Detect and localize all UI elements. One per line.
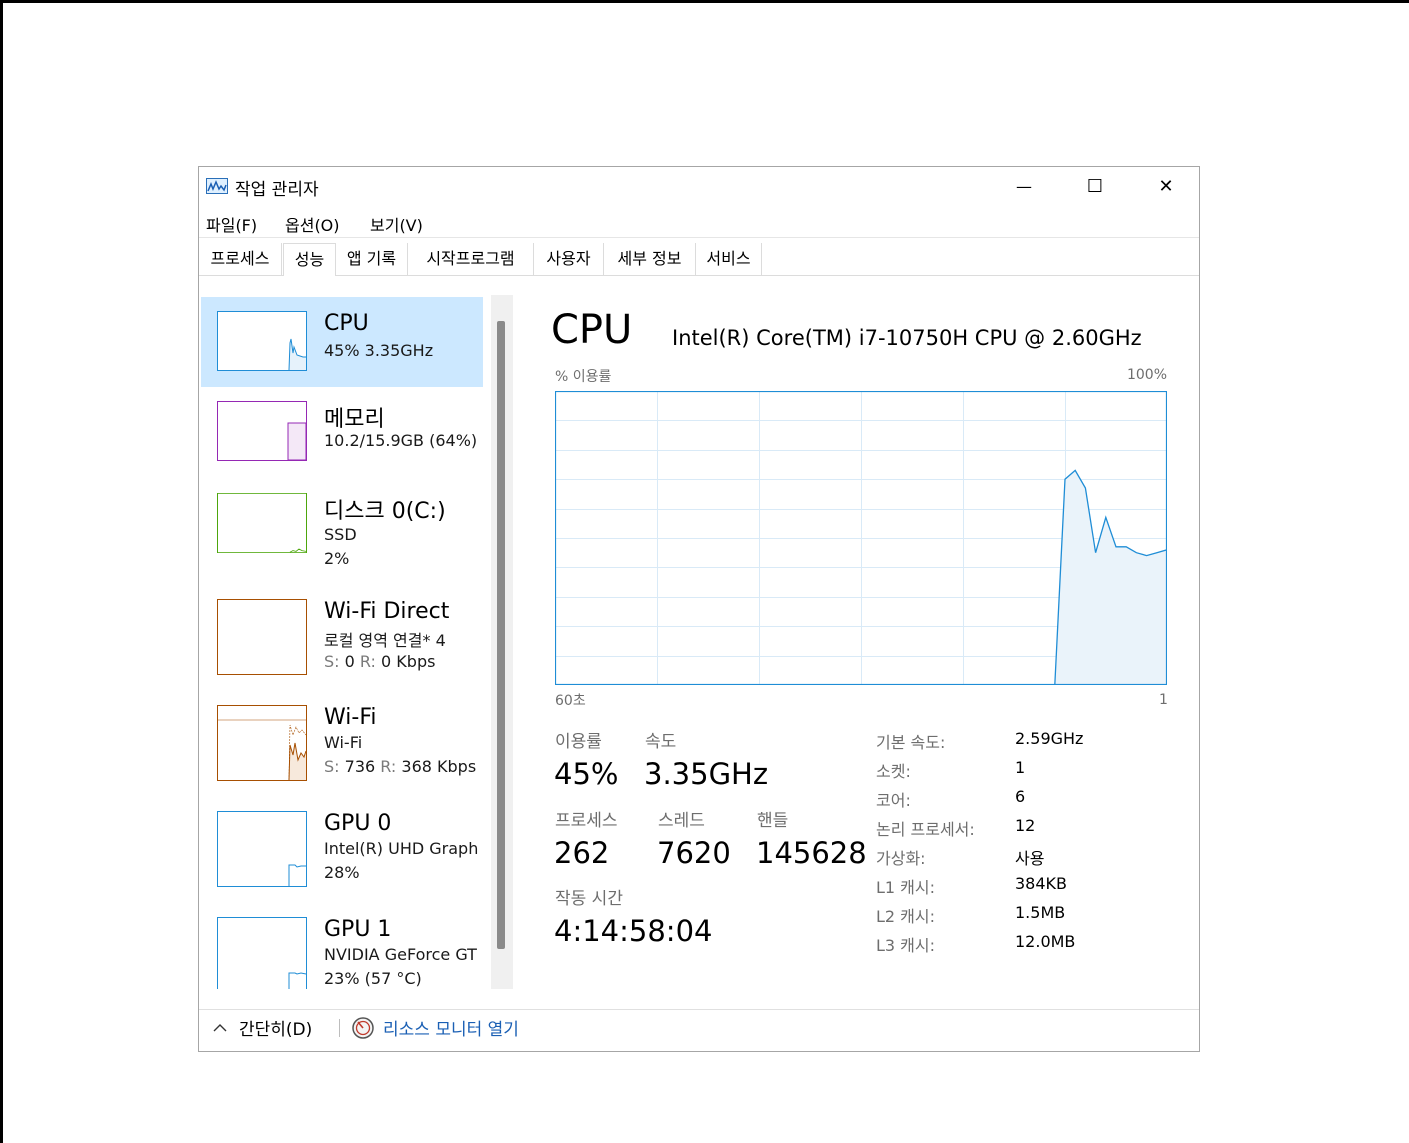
sidebar-item-detail: 로컬 영역 연결* 4 — [324, 631, 446, 650]
graph-x-right-label: 1 — [1159, 692, 1168, 708]
spec-value: 12.0MB — [1015, 932, 1076, 951]
wifi-mini-graph — [217, 705, 307, 781]
tab-details[interactable]: 세부 정보 — [604, 243, 696, 275]
tab-bar: 프로세스 성능 앱 기록 시작프로그램 사용자 세부 정보 서비스 — [199, 243, 1199, 276]
graph-x-left-label: 60초 — [555, 693, 586, 709]
sidebar-item-wifi-direct[interactable]: Wi-Fi Direct 로컬 영역 연결* 4 S: 0 R: 0 Kbps — [201, 587, 483, 677]
thread-label: 스레드 — [658, 811, 705, 831]
performance-sidebar: CPU 45% 3.35GHz 메모리 10.2/15.9GB (64%) 디스… — [199, 295, 515, 989]
sidebar-scrollbar-thumb[interactable] — [497, 321, 505, 949]
sidebar-item-title: Wi-Fi — [324, 705, 377, 730]
spec-label: L1 캐시: — [876, 878, 936, 897]
sidebar-item-title: 메모리 — [324, 407, 385, 432]
spec-label: 기본 속도: — [876, 733, 946, 752]
sidebar-item-throughput: S: 0 R: 0 Kbps — [324, 652, 436, 671]
spec-value: 6 — [1015, 787, 1026, 806]
fewer-details-button[interactable]: 간단히(D) — [211, 1015, 312, 1040]
tab-services[interactable]: 서비스 — [696, 243, 762, 275]
spec-value: 1.5MB — [1015, 903, 1066, 922]
tab-processes[interactable]: 프로세스 — [199, 243, 282, 275]
graph-y-max-label: 100% — [1126, 367, 1167, 383]
handle-label: 핸들 — [757, 811, 789, 831]
minimize-button[interactable]: — — [989, 167, 1059, 205]
resource-title: CPU — [551, 307, 633, 353]
sidebar-item-usage: 23% (57 °C) — [324, 969, 422, 988]
tab-performance[interactable]: 성능 — [283, 243, 336, 276]
sidebar-item-disk[interactable]: 디스크 0(C:) SSD 2% — [201, 477, 483, 568]
process-label: 프로세스 — [555, 811, 618, 831]
minimize-icon: — — [1016, 176, 1032, 196]
sidebar-item-usage: 28% — [324, 863, 360, 882]
footer-divider — [199, 1009, 1199, 1010]
menu-file[interactable]: 파일(F) — [206, 212, 257, 236]
task-manager-window: 작업 관리자 — ☐ ✕ 파일(F) 옵션(O) 보기(V) 프로세스 성능 앱… — [198, 166, 1200, 1052]
spec-label: L2 캐시: — [876, 907, 936, 926]
tab-startup[interactable]: 시작프로그램 — [408, 243, 534, 275]
menu-options[interactable]: 옵션(O) — [285, 212, 340, 236]
usage-label: 이용률 — [555, 732, 602, 752]
sidebar-item-throughput: S: 736 R: 368 Kbps — [324, 757, 477, 776]
window-title: 작업 관리자 — [235, 180, 319, 200]
handle-value: 145628 — [756, 836, 867, 870]
sidebar-item-detail: Wi-Fi — [324, 733, 363, 752]
menu-view[interactable]: 보기(V) — [370, 212, 423, 236]
sidebar-item-detail: NVIDIA GeForce GT — [324, 945, 477, 964]
spec-value: 1 — [1015, 758, 1026, 777]
sidebar-item-gpu1[interactable]: GPU 1 NVIDIA GeForce GT 23% (57 °C) — [201, 905, 483, 989]
cpu-usage-graph — [555, 391, 1167, 685]
open-resource-monitor-link[interactable]: 리소스 모니터 열기 — [351, 1015, 519, 1040]
process-value: 262 — [554, 836, 610, 870]
close-icon: ✕ — [1158, 175, 1174, 197]
sidebar-item-wifi[interactable]: Wi-Fi Wi-Fi S: 736 R: 368 Kbps — [201, 693, 483, 783]
task-manager-icon — [206, 178, 228, 194]
speed-value: 3.35GHz — [644, 757, 769, 791]
sidebar-item-title: Wi-Fi Direct — [324, 599, 450, 624]
sidebar-item-memory[interactable]: 메모리 10.2/15.9GB (64%) — [201, 387, 483, 477]
sidebar-item-detail: 45% 3.35GHz — [324, 341, 434, 360]
spec-value: 384KB — [1015, 874, 1068, 893]
cpu-model-name: Intel(R) Core(TM) i7-10750H CPU @ 2.60GH… — [672, 326, 1142, 350]
resource-monitor-icon — [352, 1016, 374, 1039]
sidebar-item-title: GPU 1 — [324, 917, 392, 942]
sidebar-item-detail: SSD — [324, 525, 357, 544]
spec-label: 논리 프로세서: — [876, 820, 975, 839]
thread-value: 7620 — [657, 836, 731, 870]
cpu-mini-graph — [217, 311, 307, 371]
gpu1-mini-graph — [217, 917, 307, 989]
usage-value: 45% — [554, 757, 619, 791]
sidebar-item-title: GPU 0 — [324, 811, 392, 836]
speed-label: 속도 — [645, 732, 677, 752]
memory-mini-graph — [217, 401, 307, 461]
spec-value: 12 — [1015, 816, 1036, 835]
graph-y-label: % 이용률 — [555, 369, 612, 385]
maximize-icon: ☐ — [1086, 175, 1104, 197]
close-button[interactable]: ✕ — [1131, 167, 1201, 205]
footer-bar: 간단히(D) 리소스 모니터 열기 — [199, 1013, 1199, 1043]
spec-value: 사용 — [1015, 849, 1045, 868]
sidebar-item-detail: Intel(R) UHD Graph — [324, 839, 479, 858]
maximize-button[interactable]: ☐ — [1060, 167, 1130, 205]
chevron-up-icon — [213, 1023, 227, 1031]
sidebar-item-title: CPU — [324, 311, 369, 336]
footer-separator — [339, 1019, 340, 1037]
sidebar-item-detail: 10.2/15.9GB (64%) — [324, 431, 478, 450]
disk-mini-graph — [217, 493, 307, 553]
spec-value: 2.59GHz — [1015, 729, 1084, 748]
tab-app-history[interactable]: 앱 기록 — [336, 243, 408, 275]
sidebar-item-cpu[interactable]: CPU 45% 3.35GHz — [201, 297, 483, 387]
spec-label: L3 캐시: — [876, 936, 936, 955]
tab-users[interactable]: 사용자 — [534, 243, 604, 275]
spec-label: 가상화: — [876, 849, 926, 868]
uptime-value: 4:14:58:04 — [554, 914, 713, 948]
gpu0-mini-graph — [217, 811, 307, 887]
uptime-label: 작동 시간 — [555, 889, 623, 909]
menu-bar: 파일(F) 옵션(O) 보기(V) — [199, 209, 1199, 238]
wifi-direct-mini-graph — [217, 599, 307, 675]
sidebar-item-title: 디스크 0(C:) — [324, 499, 446, 524]
title-bar[interactable]: 작업 관리자 — ☐ ✕ — [199, 167, 1199, 205]
spec-label: 코어: — [876, 791, 911, 810]
sidebar-item-gpu0[interactable]: GPU 0 Intel(R) UHD Graph 28% — [201, 799, 483, 889]
spec-label: 소켓: — [876, 762, 911, 781]
sidebar-item-usage: 2% — [324, 549, 350, 568]
